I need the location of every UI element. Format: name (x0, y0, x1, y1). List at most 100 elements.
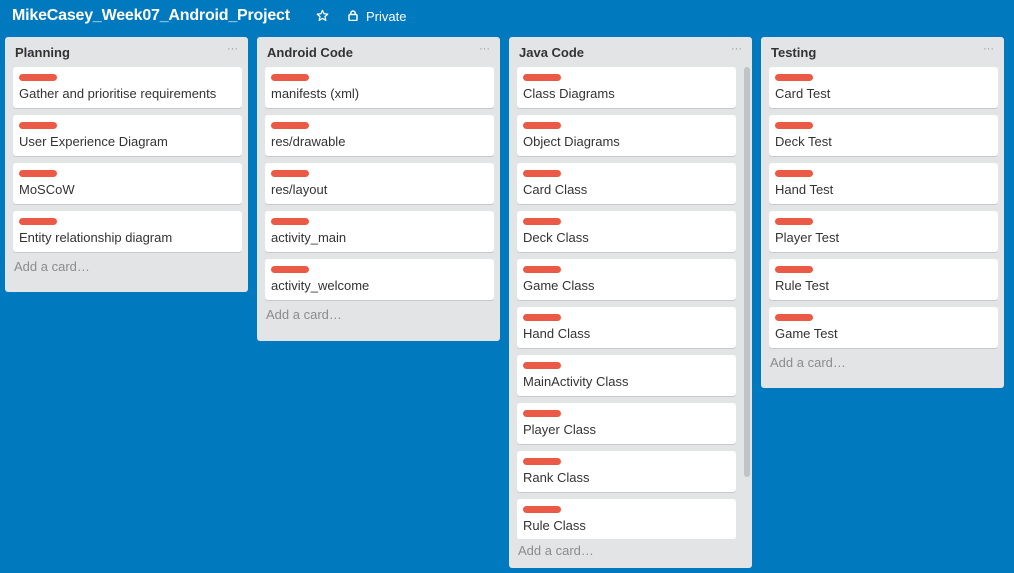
card-label (271, 122, 309, 129)
card-title: Hand Class (523, 326, 591, 341)
card-title: Card Test (775, 86, 831, 101)
card-title: Rule Class (523, 518, 586, 533)
card[interactable]: Deck Class (517, 211, 736, 252)
card-title: manifests (xml) (271, 86, 360, 101)
card-label (19, 74, 57, 81)
card-label (523, 122, 561, 129)
card-label (19, 218, 57, 225)
board-title[interactable]: MikeCasey_Week07_Android_Project (12, 7, 290, 25)
card-list: Class Diagrams Object Diagrams Card Clas… (509, 67, 752, 539)
card-title: MainActivity Class (523, 374, 629, 389)
card-title: Card Class (523, 182, 588, 197)
card-label (271, 170, 309, 177)
list-header: Testing ··· (761, 37, 1004, 67)
card[interactable]: Player Class (517, 403, 736, 444)
card[interactable]: activity_welcome (265, 259, 494, 300)
card-title: Hand Test (775, 182, 834, 197)
card-label (775, 74, 813, 81)
card-title: Game Class (523, 278, 595, 293)
card[interactable]: Entity relationship diagram (13, 211, 242, 252)
card[interactable]: Rule Class (517, 499, 736, 539)
card[interactable]: Game Class (517, 259, 736, 300)
card[interactable]: Gather and prioritise requirements (13, 67, 242, 108)
card-label (523, 266, 561, 273)
card-title: User Experience Diagram (19, 134, 168, 149)
card[interactable]: Deck Test (769, 115, 998, 156)
card-label (523, 218, 561, 225)
card-title: Game Test (775, 326, 838, 341)
list-menu-icon[interactable]: ··· (983, 43, 994, 55)
board-header: MikeCasey_Week07_Android_Project Private (0, 0, 1014, 34)
card-list: Gather and prioritise requirements User … (5, 67, 248, 252)
card-label (523, 362, 561, 369)
add-card-button[interactable]: Add a card… (257, 307, 500, 327)
card-label (19, 122, 57, 129)
list-title[interactable]: Android Code (267, 45, 353, 60)
card-title: Deck Test (775, 134, 832, 149)
card-label (523, 506, 561, 513)
card[interactable]: Card Test (769, 67, 998, 108)
list-header: Java Code ··· (509, 37, 752, 67)
add-card-button[interactable]: Add a card… (509, 539, 752, 563)
star-icon[interactable] (316, 9, 329, 22)
card-label (19, 170, 57, 177)
list-testing: Testing ··· Card Test Deck Test Hand Tes… (761, 37, 1004, 388)
card[interactable]: Player Test (769, 211, 998, 252)
card-title: Player Test (775, 230, 840, 245)
card[interactable]: Game Test (769, 307, 998, 348)
card-label (775, 218, 813, 225)
card-title: Gather and prioritise requirements (19, 86, 217, 101)
card-title: res/layout (271, 182, 328, 197)
card[interactable]: User Experience Diagram (13, 115, 242, 156)
card[interactable]: manifests (xml) (265, 67, 494, 108)
card[interactable]: Hand Class (517, 307, 736, 348)
card[interactable]: Rank Class (517, 451, 736, 492)
card-title: Rule Test (775, 278, 829, 293)
card[interactable]: MoSCoW (13, 163, 242, 204)
card[interactable]: Card Class (517, 163, 736, 204)
card-label (271, 74, 309, 81)
card-scroll-area: Class Diagrams Object Diagrams Card Clas… (509, 67, 752, 539)
list-title[interactable]: Planning (15, 45, 70, 60)
card-label (271, 266, 309, 273)
list-java-code: Java Code ··· Class Diagrams Object Diag… (509, 37, 752, 568)
add-card-button[interactable]: Add a card… (761, 355, 1004, 375)
scrollbar-thumb[interactable] (744, 67, 750, 477)
list-header: Android Code ··· (257, 37, 500, 67)
card[interactable]: Rule Test (769, 259, 998, 300)
list-menu-icon[interactable]: ··· (479, 43, 490, 55)
card-label (775, 266, 813, 273)
list-menu-icon[interactable]: ··· (731, 43, 742, 55)
card-label (775, 314, 813, 321)
card[interactable]: Class Diagrams (517, 67, 736, 108)
list-menu-icon[interactable]: ··· (227, 43, 238, 55)
card-title: activity_welcome (271, 278, 370, 293)
card-label (775, 122, 813, 129)
card-label (523, 314, 561, 321)
card-label (523, 170, 561, 177)
card-title: Deck Class (523, 230, 589, 245)
list-header: Planning ··· (5, 37, 248, 67)
card-label (523, 74, 561, 81)
privacy-button[interactable]: Private (366, 9, 406, 24)
card-list: manifests (xml) res/drawable res/layout … (257, 67, 500, 300)
card[interactable]: MainActivity Class (517, 355, 736, 396)
card-title: res/drawable (271, 134, 346, 149)
lock-icon (348, 10, 358, 21)
card[interactable]: Hand Test (769, 163, 998, 204)
card-label (271, 218, 309, 225)
card-title: Entity relationship diagram (19, 230, 173, 245)
card-title: Class Diagrams (523, 86, 615, 101)
card[interactable]: activity_main (265, 211, 494, 252)
card-label (523, 458, 561, 465)
add-card-button[interactable]: Add a card… (5, 259, 248, 279)
card[interactable]: res/layout (265, 163, 494, 204)
card-label (523, 410, 561, 417)
card-title: Player Class (523, 422, 596, 437)
card[interactable]: Object Diagrams (517, 115, 736, 156)
list-title[interactable]: Testing (771, 45, 816, 60)
card-title: activity_main (271, 230, 347, 245)
list-title[interactable]: Java Code (519, 45, 584, 60)
card-label (775, 170, 813, 177)
card[interactable]: res/drawable (265, 115, 494, 156)
